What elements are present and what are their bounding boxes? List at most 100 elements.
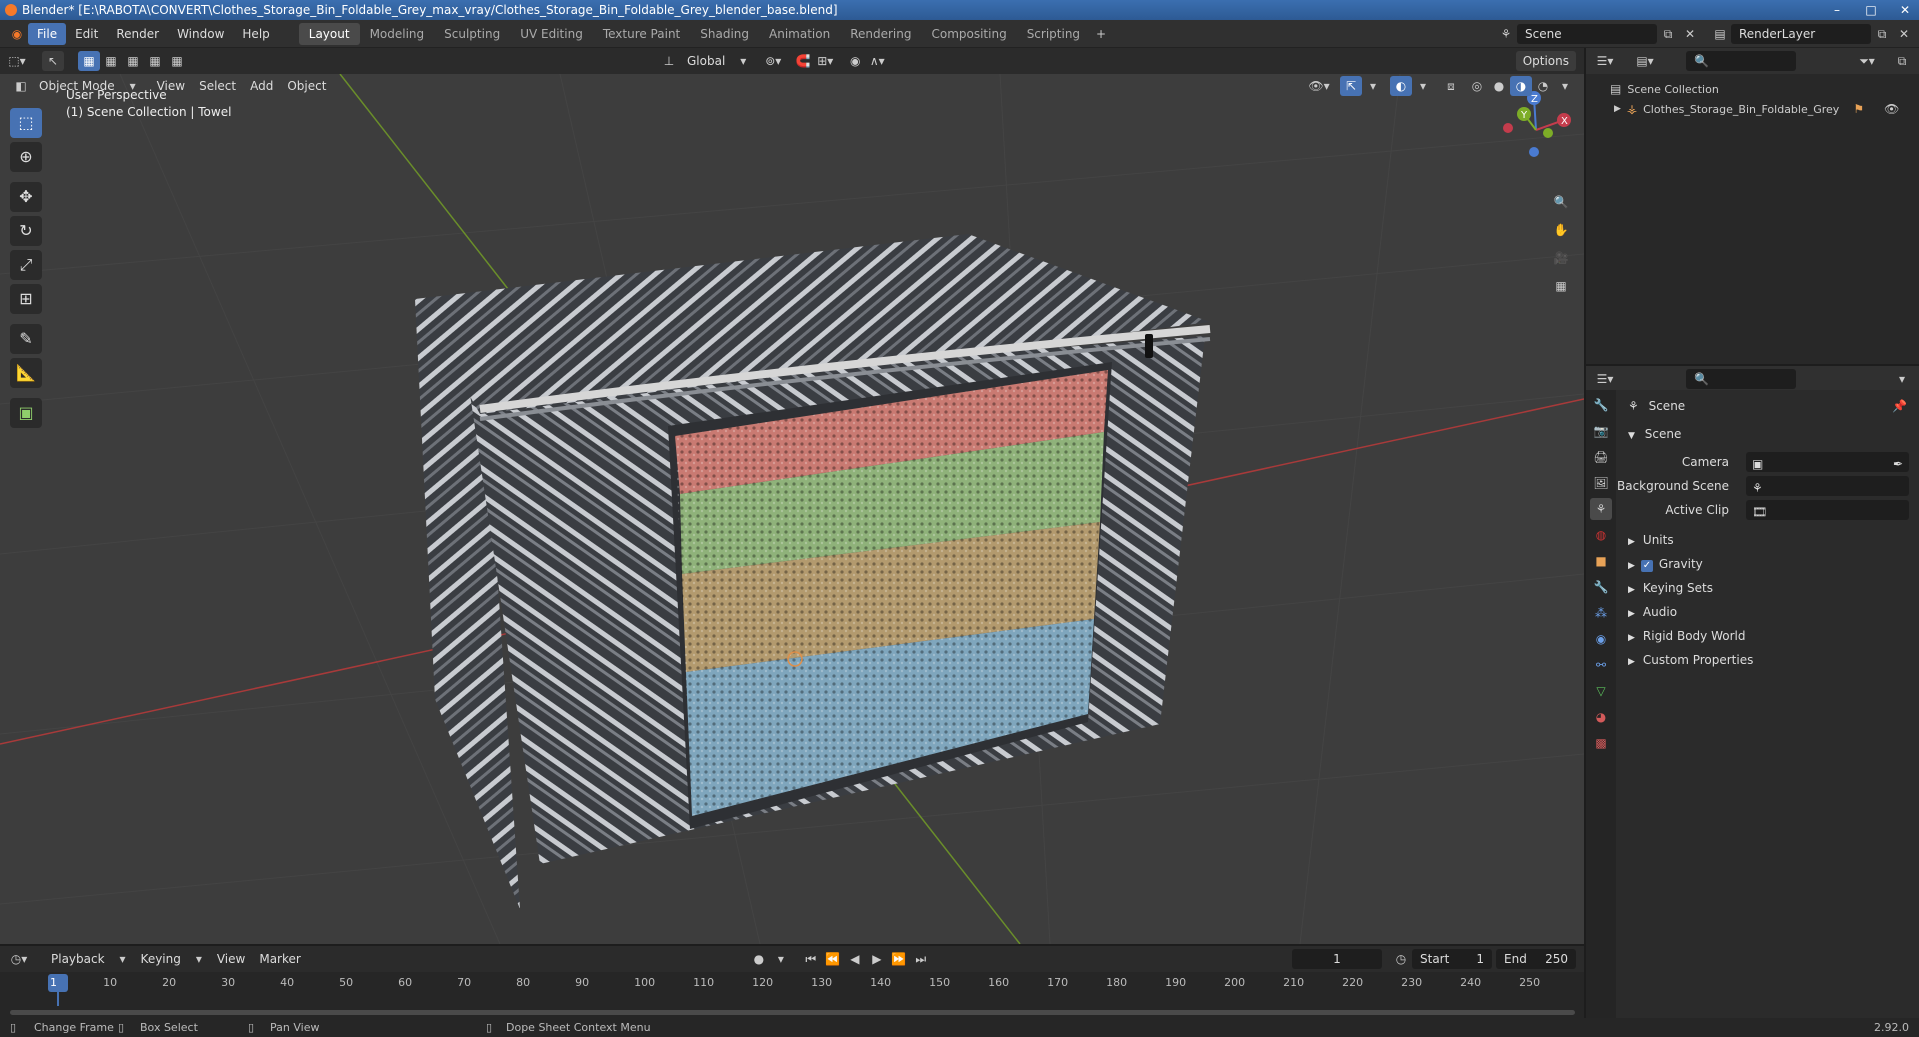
measure-tool-icon[interactable]: 📐	[10, 358, 42, 388]
tab-rendering[interactable]: Rendering	[840, 23, 921, 45]
properties-search-input[interactable]: 🔍	[1686, 369, 1796, 389]
tab-compositing[interactable]: Compositing	[921, 23, 1016, 45]
chevron-down-icon[interactable]: ▾	[1554, 76, 1576, 96]
chevron-down-icon[interactable]: ▾	[770, 949, 792, 969]
visibility-icon[interactable]: 👁▾	[1308, 76, 1330, 96]
gizmo-toggle-icon[interactable]: ⇱	[1340, 76, 1362, 96]
editor-type-icon[interactable]: ⬚▾	[6, 51, 28, 71]
record-icon[interactable]: ●	[748, 949, 770, 969]
scene-panel-header[interactable]: ▼ Scene	[1616, 422, 1919, 446]
play-icon[interactable]: ▶	[866, 949, 888, 969]
material-tab-icon[interactable]: ◕	[1590, 706, 1612, 728]
camera-view-icon[interactable]: 🎥	[1550, 248, 1572, 268]
select-tool-icon[interactable]: ↖	[42, 51, 64, 71]
prev-keyframe-icon[interactable]: ⏪	[822, 949, 844, 969]
end-frame-field[interactable]: End 250	[1496, 949, 1576, 969]
select-mode-new-icon[interactable]: ▦	[78, 51, 100, 71]
scene-tab-icon[interactable]: ⚘	[1590, 498, 1612, 520]
proportional-edit-icon[interactable]: ◉	[844, 51, 866, 71]
navigation-gizmo[interactable]: Z X Y	[1496, 90, 1576, 170]
eye-visibility-icon[interactable]: 👁	[1884, 102, 1899, 116]
tab-shading[interactable]: Shading	[690, 23, 759, 45]
tab-animation[interactable]: Animation	[759, 23, 840, 45]
background-scene-field[interactable]: ⚘	[1746, 476, 1909, 496]
zoom-icon[interactable]: 🔍	[1550, 192, 1572, 212]
audio-section[interactable]: ▶ Audio	[1616, 600, 1919, 624]
outliner-editor-type-icon[interactable]: ☰▾	[1594, 51, 1616, 71]
filter-icon[interactable]: ⏷▾	[1856, 51, 1878, 71]
select-box-tool-icon[interactable]: ⬚	[10, 108, 42, 138]
pin-icon[interactable]: 📌	[1892, 394, 1907, 418]
menu-playback[interactable]: Playback	[44, 949, 112, 969]
delete-scene-icon[interactable]: ✕	[1679, 24, 1701, 44]
gravity-section[interactable]: ▶ ✓ Gravity	[1616, 552, 1919, 576]
overlay-toggle-icon[interactable]: ◐	[1390, 76, 1412, 96]
display-mode-icon[interactable]: ▤▾	[1634, 51, 1656, 71]
current-frame-field[interactable]: 1	[1292, 949, 1382, 969]
data-tab-icon[interactable]: ▽	[1590, 680, 1612, 702]
world-tab-icon[interactable]: ◍	[1590, 524, 1612, 546]
properties-editor-type-icon[interactable]: ☰▾	[1594, 369, 1616, 389]
new-collection-icon[interactable]: ⧉	[1891, 51, 1913, 71]
add-cube-tool-icon[interactable]: ▣	[10, 398, 42, 428]
chevron-down-icon[interactable]: ▾	[1412, 76, 1434, 96]
scene-icon[interactable]: ⚘	[1495, 24, 1517, 44]
eyedropper-icon[interactable]: ✒	[1893, 452, 1903, 476]
view-layer-tab-icon[interactable]: 🖼	[1590, 472, 1612, 494]
output-tab-icon[interactable]: 🖨	[1590, 446, 1612, 468]
play-reverse-icon[interactable]: ◀	[844, 949, 866, 969]
tab-modeling[interactable]: Modeling	[360, 23, 435, 45]
select-mode-intersect-icon[interactable]: ▦	[166, 51, 188, 71]
keying-sets-section[interactable]: ▶ Keying Sets	[1616, 576, 1919, 600]
material-shading-icon[interactable]: ◑	[1510, 76, 1532, 96]
select-mode-subtract-icon[interactable]: ▦	[122, 51, 144, 71]
xray-toggle-icon[interactable]: ⧈	[1440, 76, 1462, 96]
wireframe-shading-icon[interactable]: ◎	[1466, 76, 1488, 96]
gravity-checkbox[interactable]: ✓	[1640, 560, 1653, 572]
mode-dropdown[interactable]: Object Mode	[32, 76, 122, 96]
active-clip-field[interactable]: 🎞	[1746, 500, 1909, 520]
minimize-icon[interactable]: –	[1829, 0, 1845, 20]
render-tab-icon[interactable]: 📷	[1590, 420, 1612, 442]
physics-tab-icon[interactable]: ◉	[1590, 628, 1612, 650]
menu-edit[interactable]: Edit	[66, 23, 107, 45]
tab-layout[interactable]: Layout	[298, 22, 360, 45]
custom-properties-section[interactable]: ▶ Custom Properties	[1616, 648, 1919, 672]
annotate-tool-icon[interactable]: ✎	[10, 324, 42, 354]
transform-tool-icon[interactable]: ⊞	[10, 284, 42, 314]
tab-uv-editing[interactable]: UV Editing	[510, 23, 593, 45]
menu-view[interactable]: View	[150, 76, 192, 96]
menu-file[interactable]: File	[28, 22, 67, 45]
blender-menu-icon[interactable]: ◉	[6, 24, 28, 44]
constraints-tab-icon[interactable]: ⚯	[1590, 654, 1612, 676]
proportional-falloff-icon[interactable]: ∧▾	[866, 51, 888, 71]
timeline-scrollbar[interactable]	[10, 1010, 1575, 1015]
snap-target-icon[interactable]: ⊞▾	[814, 51, 836, 71]
chevron-down-icon[interactable]: ▾	[1891, 369, 1913, 389]
rendered-shading-icon[interactable]: ◔	[1532, 76, 1554, 96]
delete-layer-icon[interactable]: ✕	[1893, 24, 1915, 44]
next-keyframe-icon[interactable]: ⏩	[888, 949, 910, 969]
rigid-body-world-section[interactable]: ▶ Rigid Body World	[1616, 624, 1919, 648]
cursor-tool-icon[interactable]: ⊕	[10, 142, 42, 172]
ortho-grid-icon[interactable]: ▦	[1550, 276, 1572, 296]
maximize-icon[interactable]: □	[1863, 0, 1879, 20]
chevron-down-icon[interactable]: ▾	[1362, 76, 1384, 96]
outliner-search-input[interactable]: 🔍	[1686, 51, 1796, 71]
tab-texture-paint[interactable]: Texture Paint	[593, 23, 690, 45]
texture-tab-icon[interactable]: ▩	[1590, 732, 1612, 754]
select-mode-extend-icon[interactable]: ▦	[100, 51, 122, 71]
menu-add[interactable]: Add	[243, 76, 280, 96]
scale-tool-icon[interactable]: ⤢	[10, 250, 42, 280]
tab-sculpting[interactable]: Sculpting	[434, 23, 510, 45]
tool-tab-icon[interactable]: 🔧	[1590, 394, 1612, 416]
new-layer-icon[interactable]: ⧉	[1871, 24, 1893, 44]
3d-viewport[interactable]: User Perspective (1) Scene Collection | …	[0, 74, 1584, 944]
close-icon[interactable]: ✕	[1897, 0, 1913, 20]
menu-help[interactable]: Help	[233, 23, 278, 45]
options-dropdown[interactable]: Options	[1515, 51, 1576, 71]
preview-range-icon[interactable]: ◷	[1390, 949, 1412, 969]
outliner-scene-collection[interactable]: ▤ Scene Collection	[1610, 82, 1719, 96]
move-tool-icon[interactable]: ✥	[10, 182, 42, 212]
start-frame-field[interactable]: Start 1	[1412, 949, 1492, 969]
